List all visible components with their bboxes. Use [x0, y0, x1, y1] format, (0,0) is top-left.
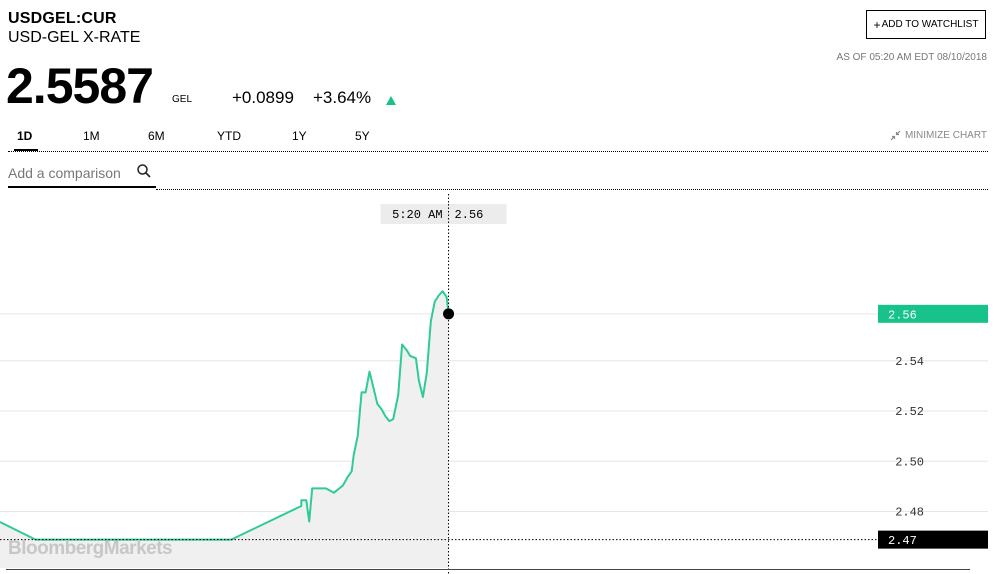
y-tick-label: 2.50 [895, 455, 924, 469]
instrument-name: USD-GEL X-RATE [8, 29, 141, 46]
previous-close-tag-label: 2.47 [888, 534, 917, 548]
tab-ytd[interactable]: YTD [217, 129, 241, 143]
as-of-timestamp: AS OF 05:20 AM EDT 08/10/2018 [836, 52, 987, 63]
price-change: +0.0899 [232, 88, 294, 107]
chart-bottom-rule [6, 569, 970, 570]
currency-label: GEL [172, 94, 193, 105]
tab-5y[interactable]: 5Y [355, 129, 370, 143]
plus-icon: + [873, 17, 881, 32]
last-price: 2.5587 [6, 58, 154, 114]
tab-1y[interactable]: 1Y [292, 129, 307, 143]
current-point-marker [443, 308, 455, 320]
ticker-symbol: USDGEL:CUR [8, 10, 117, 27]
watchlist-label: ADD TO WATCHLIST [881, 19, 979, 30]
percent-change: +3.64% [313, 88, 372, 107]
minimize-label: MINIMIZE CHART [904, 130, 987, 141]
grid-lines [0, 313, 988, 512]
tab-6m[interactable]: 6M [148, 129, 165, 143]
comparison-search-input[interactable] [8, 160, 156, 188]
price-area-fill [0, 291, 449, 568]
crosshair-label: 5:20 AM 2.56 [380, 204, 507, 224]
tab-1d[interactable]: 1D [17, 129, 32, 143]
crosshair-value: 2.56 [455, 208, 484, 222]
y-axis-ticks: 2.48 2.50 2.52 2.54 [895, 355, 924, 520]
price-chart: 5:20 AM 2.56 2.48 2.50 2.52 2.54 2.56 2.47 [0, 194, 988, 574]
current-price-tag-label: 2.56 [888, 308, 917, 322]
bloomberg-markets-watermark: BloombergMarkets [8, 538, 173, 559]
y-tick-label: 2.54 [895, 355, 924, 369]
y-tick-label: 2.48 [895, 505, 924, 519]
minimize-chart-button[interactable]: MINIMIZE CHART [890, 130, 987, 141]
add-to-watchlist-button[interactable]: + ADD TO WATCHLIST [866, 10, 986, 39]
previous-close-tag: 2.47 [878, 530, 988, 549]
tab-1m[interactable]: 1M [83, 129, 100, 143]
up-arrow-icon [386, 96, 396, 105]
minimize-icon [890, 130, 901, 141]
current-price-tag: 2.56 [878, 304, 988, 323]
y-tick-label: 2.52 [895, 405, 924, 419]
tabs-divider [8, 151, 988, 152]
search-icon[interactable] [136, 163, 152, 179]
crosshair-time: 5:20 AM [392, 208, 442, 222]
